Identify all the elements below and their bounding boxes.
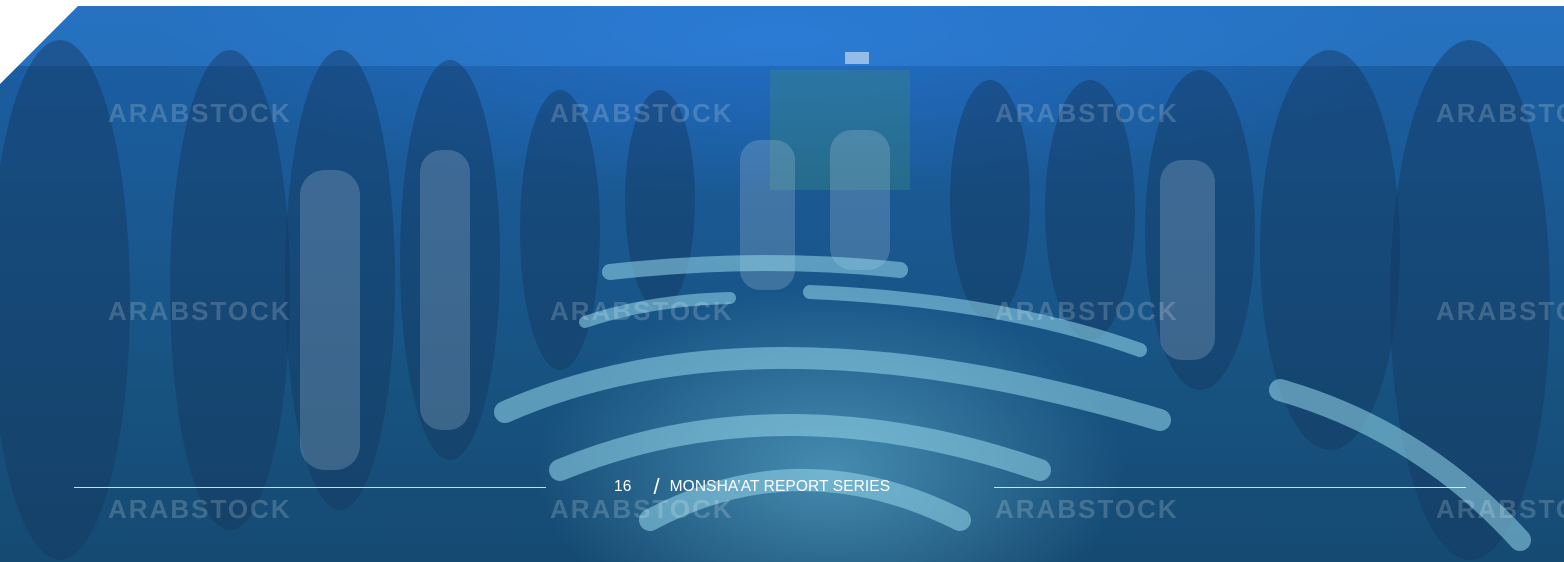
report-page: ARABSTOCK ARABSTOCK ARABSTOCK ARABSTOCK … <box>0 0 1564 562</box>
footer-separator: / <box>653 474 660 499</box>
watermark-text: ARABSTOCK <box>995 296 1179 326</box>
watermark-text: ARABSTOCK <box>108 296 292 326</box>
exit-sign <box>845 52 869 64</box>
watermark-text: ARABSTOCK <box>550 296 734 326</box>
watermark-text: ARABSTOCK <box>995 98 1179 128</box>
watermark-text: ARABSTOCK <box>1436 296 1564 326</box>
report-series-title: MONSHA’AT REPORT SERIES <box>669 478 891 495</box>
watermark-text: ARABSTOCK <box>995 494 1179 524</box>
watermark-text: ARABSTOCK <box>550 98 734 128</box>
page-footer: 16 / MONSHA’AT REPORT SERIES <box>600 476 960 498</box>
footer-rule-left <box>74 487 546 488</box>
watermark-text: ARABSTOCK <box>108 494 292 524</box>
page-number: 16 <box>614 478 632 495</box>
watermark-text: ARABSTOCK <box>1436 494 1564 524</box>
watermark-text: ARABSTOCK <box>550 494 734 524</box>
watermark-text: ARABSTOCK <box>1436 98 1564 128</box>
footer-rule-right <box>994 487 1466 488</box>
watermark-text: ARABSTOCK <box>108 98 292 128</box>
